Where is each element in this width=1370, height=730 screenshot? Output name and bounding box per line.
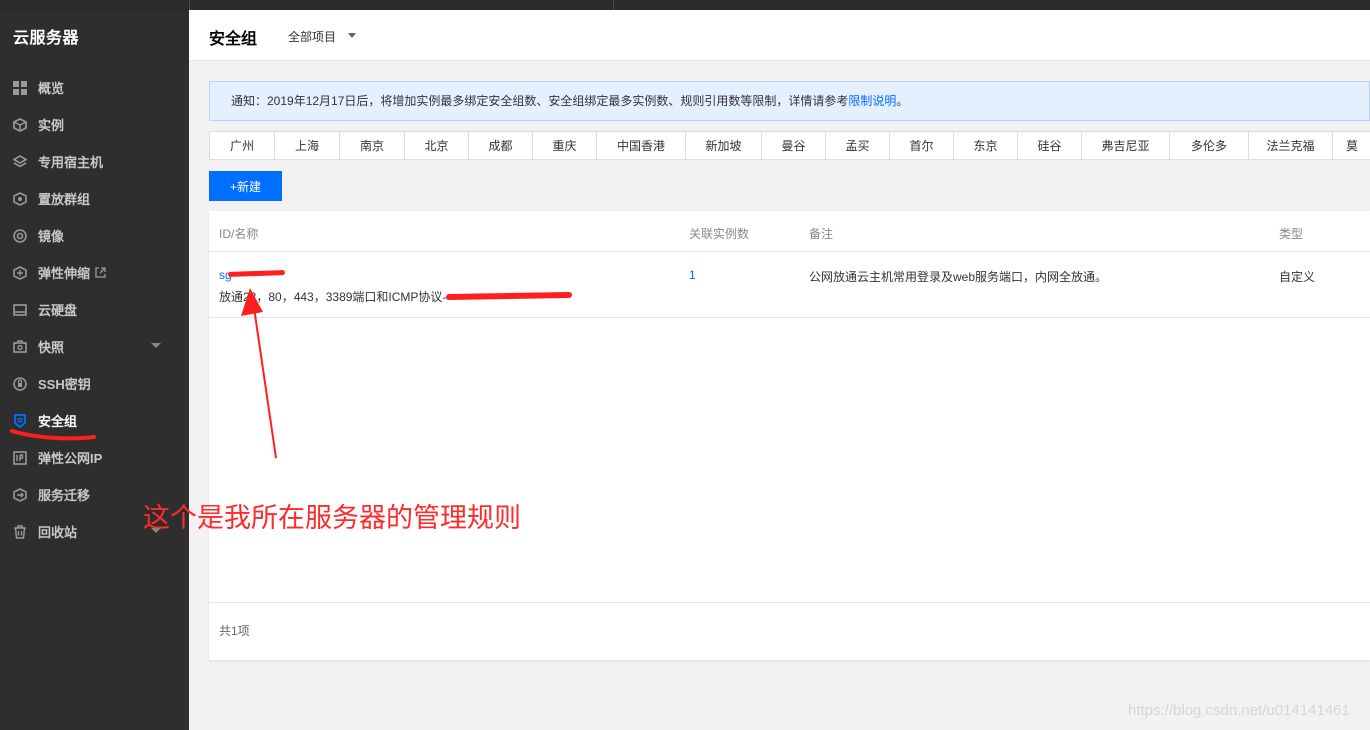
sidebar-item-label: 镜像	[38, 229, 65, 244]
page-header: 安全组 全部项目	[189, 10, 1370, 61]
region-tab[interactable]: 上海	[274, 131, 340, 160]
sidebar-item-label: 回收站	[38, 525, 78, 540]
key-icon	[12, 376, 28, 392]
migrate-icon	[12, 487, 28, 503]
sidebar-item-label: 置放群组	[38, 192, 91, 207]
security-group-table: ID/名称 关联实例数 备注 类型 sg- 放通22，80，443，3389端口…	[209, 211, 1370, 660]
sidebar-item-label: 专用宿主机	[38, 155, 104, 170]
camera-icon	[12, 339, 28, 355]
sidebar-item-label: 快照	[38, 340, 65, 355]
notice-link[interactable]: 限制说明	[848, 94, 896, 108]
top-bar	[0, 0, 1370, 10]
chevron-down-icon[interactable]	[151, 343, 161, 348]
sidebar-item-images[interactable]: 镜像	[0, 217, 189, 254]
disc-icon	[12, 228, 28, 244]
sidebar-item-label: 概览	[38, 81, 65, 96]
column-header-id: ID/名称	[219, 227, 259, 241]
external-link-icon	[95, 267, 106, 278]
table-footer-total: 共1项	[209, 602, 1370, 660]
sidebar-item-snapshots[interactable]: 快照	[0, 328, 189, 365]
region-tab[interactable]: 新加坡	[685, 131, 762, 160]
region-tab[interactable]: 南京	[339, 131, 405, 160]
sidebar-item-cloud-disk[interactable]: 云硬盘	[0, 291, 189, 328]
region-tab[interactable]: 法兰克福	[1248, 131, 1333, 160]
sidebar: 云服务器 概览 实例 专用宿主机 置放群组 镜像 弹性伸缩 云硬盘 快照 SSH…	[0, 10, 189, 730]
column-header-type: 类型	[1279, 227, 1304, 241]
region-tab[interactable]: 重庆	[532, 131, 597, 160]
region-tab[interactable]: 北京	[404, 131, 469, 160]
sidebar-item-placement-group[interactable]: 置放群组	[0, 180, 189, 217]
sidebar-item-eip[interactable]: 弹性公网IP	[0, 439, 189, 476]
region-tab[interactable]: 硅谷	[1017, 131, 1082, 160]
annotation-text: 这个是我所在服务器的管理规则	[143, 503, 521, 534]
placement-icon	[12, 191, 28, 207]
sidebar-item-security-group[interactable]: 安全组	[0, 402, 189, 439]
scaling-icon	[12, 265, 28, 281]
sidebar-item-label: 弹性公网IP	[38, 451, 103, 466]
sidebar-item-label: 安全组	[38, 414, 78, 429]
region-tabs: 广州 上海 南京 北京 成都 重庆 中国香港 新加坡 曼谷 孟买 首尔 东京 硅谷 弗吉尼亚 多伦多 法兰克福…	[209, 131, 1370, 160]
sidebar-item-label: 实例	[38, 118, 65, 133]
region-tab[interactable]: 莫	[1332, 131, 1370, 160]
column-header-count: 关联实例数	[689, 227, 750, 241]
layers-icon	[12, 154, 28, 170]
region-tab[interactable]: 多伦多	[1169, 131, 1249, 160]
disk-icon	[12, 302, 28, 318]
notice-end: 。	[896, 94, 909, 108]
region-tab[interactable]: 成都	[468, 131, 533, 160]
chevron-down-icon[interactable]	[348, 33, 356, 38]
sidebar-item-dedicated-host[interactable]: 专用宿主机	[0, 143, 189, 180]
top-bar-divider	[189, 0, 190, 10]
grid-icon	[12, 80, 28, 96]
sidebar-item-instances[interactable]: 实例	[0, 106, 189, 143]
sidebar-item-ssh-keys[interactable]: SSH密钥	[0, 365, 189, 402]
region-tab[interactable]: 东京	[953, 131, 1018, 160]
trash-icon	[12, 524, 28, 540]
region-tab[interactable]: 弗吉尼亚	[1081, 131, 1170, 160]
shield-icon	[12, 413, 28, 429]
region-tab[interactable]: 中国香港	[596, 131, 686, 160]
region-tab[interactable]: 曼谷	[761, 131, 826, 160]
sidebar-item-auto-scaling[interactable]: 弹性伸缩	[0, 254, 189, 291]
cube-icon	[12, 117, 28, 133]
page-title: 安全组	[209, 31, 258, 48]
table-row: sg- 放通22，80，443，3389端口和ICMP协议- 1 公网放通云主机…	[209, 252, 1370, 318]
top-bar-divider	[613, 0, 614, 10]
sidebar-nav: 概览 实例 专用宿主机 置放群组 镜像 弹性伸缩 云硬盘 快照 SSH密钥 安全…	[0, 69, 189, 550]
security-group-type: 自定义	[1279, 270, 1316, 284]
notice-banner: 通知：2019年12月17日后，将增加实例最多绑定安全组数、安全组绑定最多实例数…	[209, 81, 1370, 121]
sidebar-item-overview[interactable]: 概览	[0, 69, 189, 106]
instance-count-link[interactable]: 1	[689, 268, 696, 282]
watermark: https://blog.csdn.net/u014141461	[1128, 702, 1350, 719]
region-tab[interactable]: 孟买	[825, 131, 890, 160]
project-selector[interactable]: 全部项目	[288, 28, 336, 45]
sidebar-title: 云服务器	[13, 30, 80, 47]
sidebar-item-label: SSH密钥	[38, 377, 91, 392]
sidebar-item-label: 弹性伸缩	[38, 266, 91, 281]
ip-icon	[12, 450, 28, 466]
new-button[interactable]: +新建	[209, 171, 282, 201]
region-tab[interactable]: 首尔	[889, 131, 954, 160]
column-header-note: 备注	[809, 227, 834, 241]
security-group-note: 公网放通云主机常用登录及web服务端口，内网全放通。	[809, 270, 1108, 284]
sidebar-item-label: 云硬盘	[38, 303, 78, 318]
security-group-name: 放通22，80，443，3389端口和ICMP协议-	[219, 290, 447, 304]
notice-text: 通知：2019年12月17日后，将增加实例最多绑定安全组数、安全组绑定最多实例数…	[231, 94, 849, 108]
sidebar-item-label: 服务迁移	[38, 488, 91, 503]
table-header: ID/名称 关联实例数 备注 类型	[209, 211, 1370, 252]
region-tab[interactable]: 广州	[209, 131, 275, 160]
